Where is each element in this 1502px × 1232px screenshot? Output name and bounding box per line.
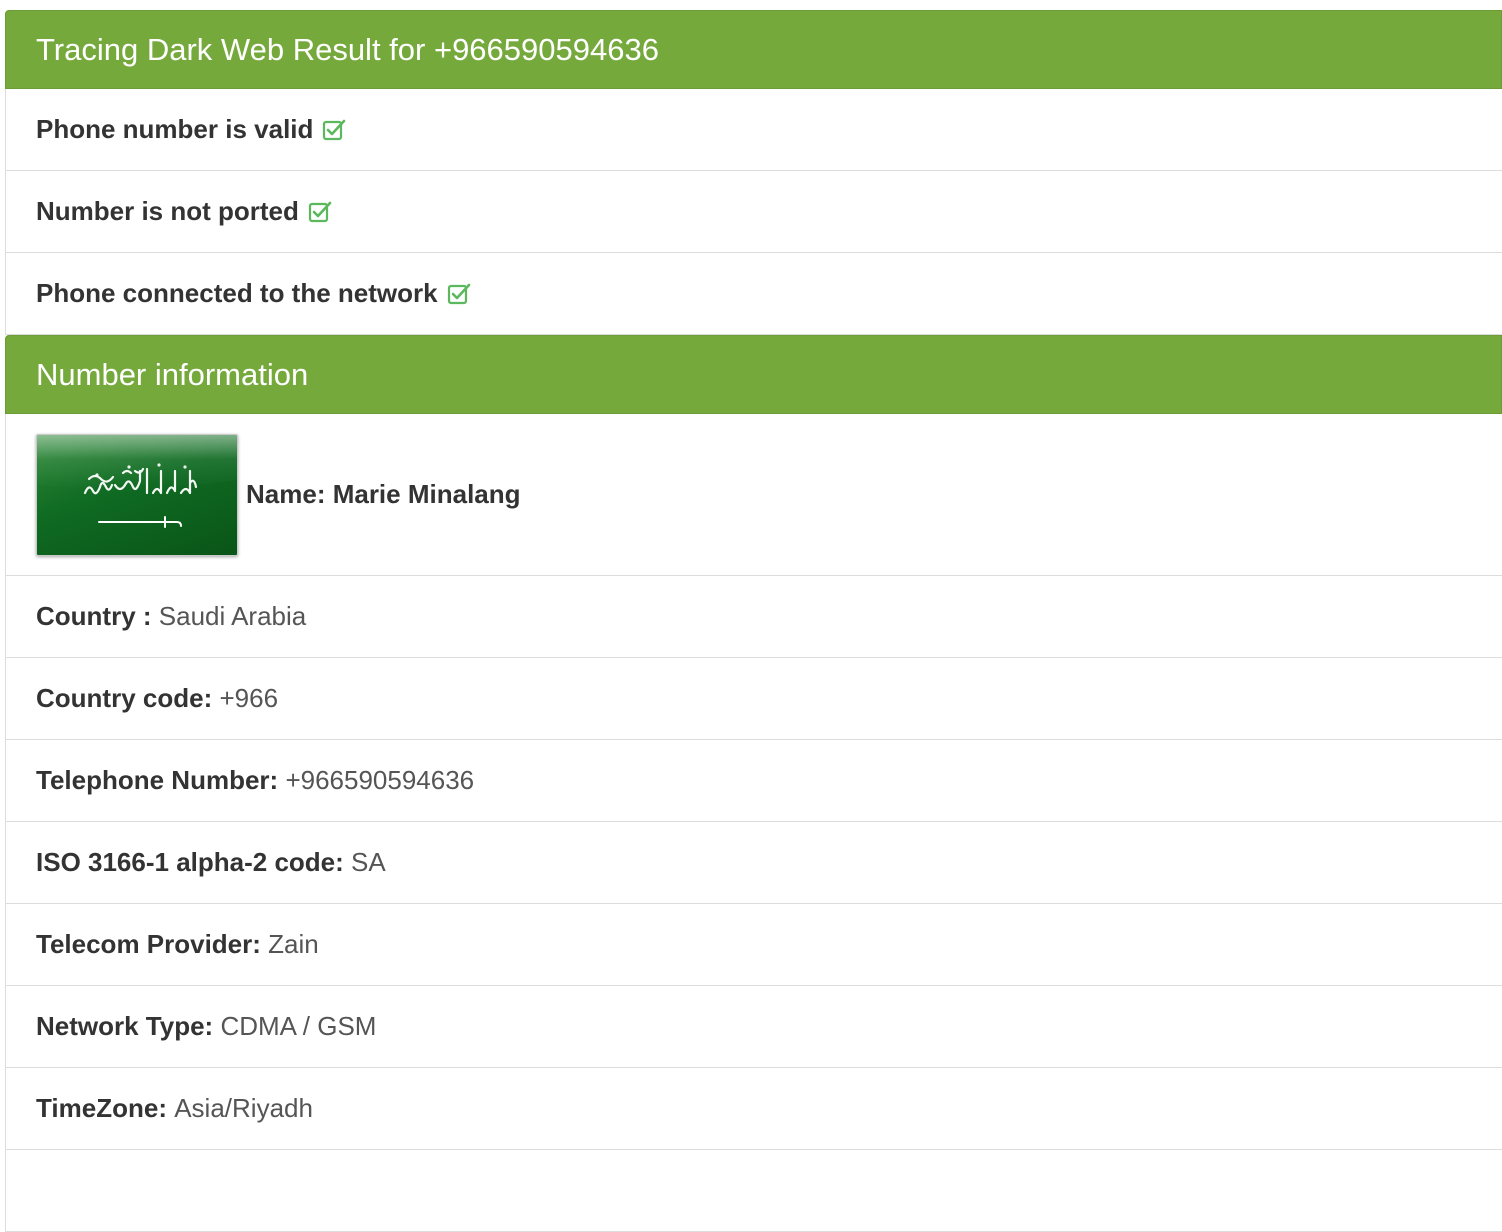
info-label: TimeZone: — [36, 1093, 167, 1123]
result-panel-heading: Tracing Dark Web Result for +96659059463… — [5, 10, 1502, 89]
saudi-arabia-flag-icon — [36, 433, 238, 556]
info-label: ISO 3166-1 alpha-2 code: — [36, 847, 344, 877]
info-row-telecom-provider: Telecom Provider: Zain — [5, 904, 1502, 986]
status-label: Phone connected to the network — [36, 278, 438, 308]
info-value: Zain — [268, 929, 319, 959]
info-label: Network Type: — [36, 1011, 214, 1041]
info-value: CDMA / GSM — [220, 1011, 377, 1041]
info-value: +966 — [219, 683, 279, 713]
status-label: Phone number is valid — [36, 114, 314, 144]
status-item-connected: Phone connected to the network — [5, 253, 1502, 335]
check-square-icon — [321, 117, 347, 143]
number-info-heading: Number information — [5, 335, 1502, 414]
status-item-not-ported: Number is not ported — [5, 171, 1502, 253]
info-row-timezone: TimeZone: Asia/Riyadh — [5, 1068, 1502, 1150]
status-item-valid: Phone number is valid — [5, 89, 1502, 171]
info-row-country: Country : Saudi Arabia — [5, 576, 1502, 658]
info-label: Country : — [36, 601, 152, 631]
number-info-title: Number information — [36, 356, 309, 392]
info-value: Asia/Riyadh — [174, 1093, 313, 1123]
info-value: +966590594636 — [285, 765, 475, 795]
info-value: SA — [351, 847, 386, 877]
info-label: Telecom Provider: — [36, 929, 261, 959]
info-label: Country code: — [36, 683, 213, 713]
info-value: Saudi Arabia — [158, 601, 307, 631]
result-container: Tracing Dark Web Result for +96659059463… — [5, 10, 1502, 1232]
status-label: Number is not ported — [36, 196, 299, 226]
name-row: Name: Marie Minalang — [5, 414, 1502, 576]
info-label: Telephone Number: — [36, 765, 279, 795]
check-square-icon — [446, 281, 472, 307]
name-value: Name: Marie Minalang — [246, 479, 521, 509]
info-row-partial — [5, 1150, 1502, 1232]
info-row-network-type: Network Type: CDMA / GSM — [5, 986, 1502, 1068]
result-title: Tracing Dark Web Result for +96659059463… — [36, 31, 659, 67]
check-square-icon — [307, 199, 333, 225]
info-row-country-code: Country code: +966 — [5, 658, 1502, 740]
info-row-telephone-number: Telephone Number: +966590594636 — [5, 740, 1502, 822]
info-row-iso-code: ISO 3166-1 alpha-2 code: SA — [5, 822, 1502, 904]
